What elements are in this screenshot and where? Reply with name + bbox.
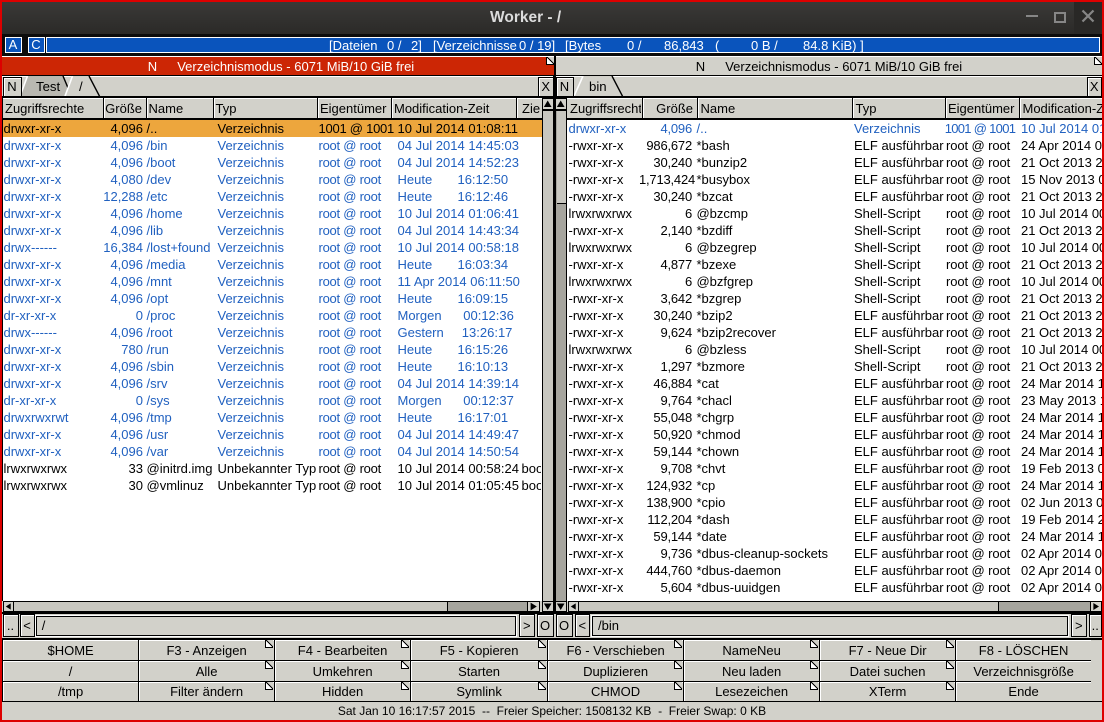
svg-text:Test: Test <box>36 79 61 94</box>
svg-text:bin: bin <box>589 79 607 94</box>
svg-text:/: / <box>79 79 83 94</box>
